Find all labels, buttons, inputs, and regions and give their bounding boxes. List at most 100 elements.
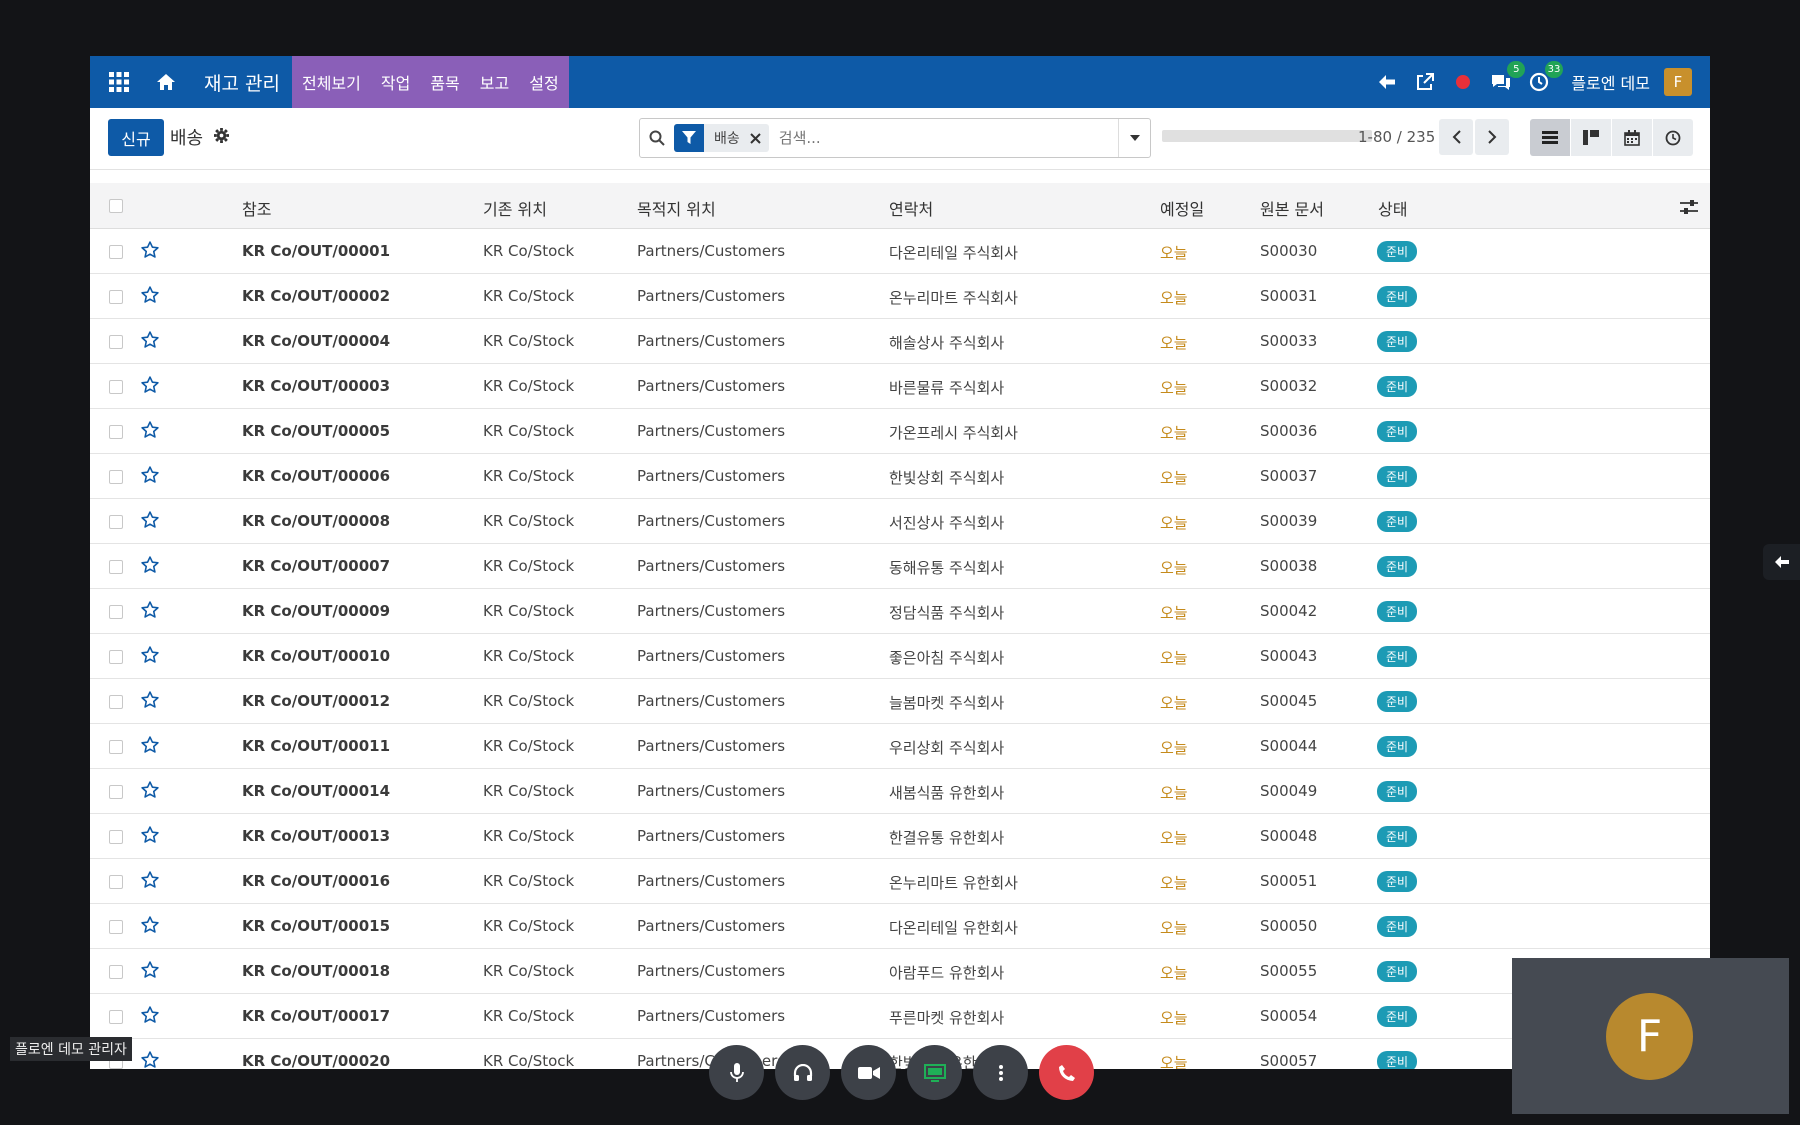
list-view-icon[interactable]	[1530, 119, 1570, 156]
screen-share-icon[interactable]	[907, 1045, 962, 1100]
row-checkbox[interactable]	[109, 245, 123, 259]
column-scheduled-date[interactable]: 예정일	[1160, 196, 1204, 220]
camera-icon[interactable]	[841, 1045, 896, 1100]
row-checkbox[interactable]	[109, 965, 123, 979]
reference-cell[interactable]: KR Co/OUT/00014	[242, 782, 390, 800]
reference-cell[interactable]: KR Co/OUT/00005	[242, 422, 390, 440]
table-row[interactable]: KR Co/OUT/00008 KR Co/Stock Partners/Custo…	[90, 499, 1710, 544]
row-checkbox[interactable]	[109, 1010, 123, 1024]
pager-previous-button[interactable]	[1439, 119, 1473, 155]
kanban-view-icon[interactable]	[1571, 119, 1611, 156]
row-checkbox[interactable]	[109, 830, 123, 844]
star-icon[interactable]	[140, 1050, 160, 1069]
table-row[interactable]: KR Co/OUT/00006 KR Co/Stock Partners/Custo…	[90, 454, 1710, 499]
row-checkbox[interactable]	[109, 920, 123, 934]
star-icon[interactable]	[140, 915, 160, 939]
star-icon[interactable]	[140, 420, 160, 444]
table-row[interactable]: KR Co/OUT/00011 KR Co/Stock Partners/Custo…	[90, 724, 1710, 769]
calendar-view-icon[interactable]	[1612, 119, 1652, 156]
star-icon[interactable]	[140, 870, 160, 894]
star-icon[interactable]	[140, 645, 160, 669]
star-icon[interactable]	[140, 600, 160, 624]
reference-cell[interactable]: KR Co/OUT/00017	[242, 1007, 390, 1025]
reference-cell[interactable]: KR Co/OUT/00003	[242, 377, 390, 395]
pager-value[interactable]: 1-80 / 235	[1358, 128, 1435, 146]
hang-up-icon[interactable]	[1039, 1045, 1094, 1100]
table-row[interactable]: KR Co/OUT/00018 KR Co/Stock Partners/Custo…	[90, 949, 1710, 994]
column-reference[interactable]: 참조	[242, 196, 271, 220]
star-icon[interactable]	[140, 510, 160, 534]
search-input[interactable]	[768, 129, 1118, 147]
star-icon[interactable]	[140, 375, 160, 399]
row-checkbox[interactable]	[109, 380, 123, 394]
table-row[interactable]: KR Co/OUT/00001 KR Co/Stock Partners/Custo…	[90, 229, 1710, 274]
reference-cell[interactable]: KR Co/OUT/00006	[242, 467, 390, 485]
reference-cell[interactable]: KR Co/OUT/00009	[242, 602, 390, 620]
sidebar-toggle-icon[interactable]	[1763, 544, 1800, 580]
star-icon[interactable]	[140, 825, 160, 849]
reference-cell[interactable]: KR Co/OUT/00010	[242, 647, 390, 665]
reference-cell[interactable]: KR Co/OUT/00015	[242, 917, 390, 935]
reference-cell[interactable]: KR Co/OUT/00016	[242, 872, 390, 890]
table-row[interactable]: KR Co/OUT/00013 KR Co/Stock Partners/Custo…	[90, 814, 1710, 859]
self-video-tile[interactable]: F	[1512, 958, 1789, 1114]
apps-menu-icon[interactable]	[90, 56, 148, 108]
pager-next-button[interactable]	[1475, 119, 1509, 155]
reference-cell[interactable]: KR Co/OUT/00018	[242, 962, 390, 980]
reference-cell[interactable]: KR Co/OUT/00008	[242, 512, 390, 530]
row-checkbox[interactable]	[109, 785, 123, 799]
table-row[interactable]: KR Co/OUT/00009 KR Co/Stock Partners/Custo…	[90, 589, 1710, 634]
gear-icon[interactable]	[214, 128, 229, 147]
star-icon[interactable]	[140, 960, 160, 984]
table-row[interactable]: KR Co/OUT/00017 KR Co/Stock Partners/Custo…	[90, 994, 1710, 1039]
row-checkbox[interactable]	[109, 875, 123, 889]
row-checkbox[interactable]	[109, 425, 123, 439]
recording-dot-icon[interactable]	[1451, 70, 1475, 94]
home-icon[interactable]	[148, 56, 184, 108]
star-icon[interactable]	[140, 285, 160, 309]
row-checkbox[interactable]	[109, 290, 123, 304]
row-checkbox[interactable]	[109, 650, 123, 664]
reference-cell[interactable]: KR Co/OUT/00020	[242, 1052, 390, 1069]
new-button[interactable]: 신규	[108, 119, 164, 156]
chat-icon[interactable]: 5	[1489, 61, 1526, 94]
menu-products[interactable]: 품목	[420, 56, 469, 108]
activity-clock-icon[interactable]: 33	[1527, 61, 1564, 94]
star-icon[interactable]	[140, 1005, 160, 1029]
user-avatar[interactable]: F	[1664, 68, 1692, 96]
reference-cell[interactable]: KR Co/OUT/00013	[242, 827, 390, 845]
column-source-document[interactable]: 원본 문서	[1260, 196, 1324, 220]
user-name[interactable]: 플로엔 데모	[1571, 70, 1650, 94]
table-row[interactable]: KR Co/OUT/00016 KR Co/Stock Partners/Custo…	[90, 859, 1710, 904]
back-arrow-icon[interactable]	[1375, 70, 1399, 94]
reference-cell[interactable]: KR Co/OUT/00001	[242, 242, 390, 260]
row-checkbox[interactable]	[109, 740, 123, 754]
row-checkbox[interactable]	[109, 515, 123, 529]
row-checkbox[interactable]	[109, 605, 123, 619]
column-status[interactable]: 상태	[1378, 196, 1407, 220]
reference-cell[interactable]: KR Co/OUT/00002	[242, 287, 390, 305]
row-checkbox[interactable]	[109, 470, 123, 484]
reference-cell[interactable]: KR Co/OUT/00007	[242, 557, 390, 575]
app-title[interactable]: 재고 관리	[184, 56, 292, 108]
reference-cell[interactable]: KR Co/OUT/00012	[242, 692, 390, 710]
table-row[interactable]: KR Co/OUT/00005 KR Co/Stock Partners/Custo…	[90, 409, 1710, 454]
activity-view-icon[interactable]	[1653, 119, 1693, 156]
star-icon[interactable]	[140, 465, 160, 489]
star-icon[interactable]	[140, 555, 160, 579]
star-icon[interactable]	[140, 330, 160, 354]
column-source-location[interactable]: 기존 위치	[483, 196, 547, 220]
table-row[interactable]: KR Co/OUT/00007 KR Co/Stock Partners/Custo…	[90, 544, 1710, 589]
row-checkbox[interactable]	[109, 560, 123, 574]
menu-overview[interactable]: 전체보기	[292, 56, 371, 108]
table-row[interactable]: KR Co/OUT/00004 KR Co/Stock Partners/Custo…	[90, 319, 1710, 364]
table-row[interactable]: KR Co/OUT/00012 KR Co/Stock Partners/Custo…	[90, 679, 1710, 724]
microphone-icon[interactable]	[709, 1045, 764, 1100]
menu-reporting[interactable]: 보고	[470, 56, 519, 108]
menu-configuration[interactable]: 설정	[519, 56, 568, 108]
table-row[interactable]: KR Co/OUT/00010 KR Co/Stock Partners/Custo…	[90, 634, 1710, 679]
table-row[interactable]: KR Co/OUT/00002 KR Co/Stock Partners/Custo…	[90, 274, 1710, 319]
search-icon[interactable]	[640, 130, 674, 146]
close-icon[interactable]	[750, 132, 769, 144]
more-options-icon[interactable]	[973, 1045, 1028, 1100]
